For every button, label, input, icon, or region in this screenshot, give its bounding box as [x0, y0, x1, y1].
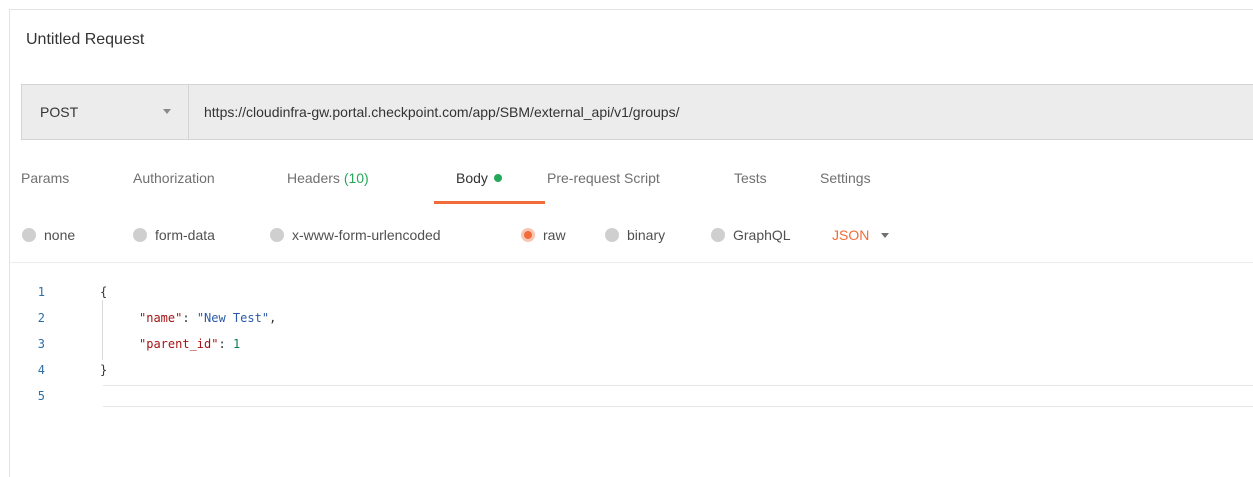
brace: } [100, 363, 108, 377]
format-label: JSON [832, 227, 870, 243]
code-line: 4 } [10, 360, 1253, 380]
line-number: 1 [37, 285, 45, 299]
tab-pre-request-script[interactable]: Pre-request Script [547, 170, 660, 186]
divider [10, 262, 1253, 263]
tab-body[interactable]: Body [456, 170, 502, 186]
radio-circle-icon [133, 228, 147, 242]
radio-graphql[interactable]: GraphQL [711, 227, 791, 243]
tab-headers[interactable]: Headers (10) [287, 170, 369, 186]
line-number: 5 [37, 389, 45, 403]
code-line: 5 [10, 386, 1253, 406]
code-editor[interactable]: 1 { 2 "name": "New Test", 3 "parent_id":… [10, 280, 1253, 420]
radio-none[interactable]: none [22, 227, 75, 243]
request-title[interactable]: Untitled Request [26, 31, 144, 49]
method-label: POST [40, 104, 79, 120]
radio-circle-icon [605, 228, 619, 242]
radio-circle-icon [270, 228, 284, 242]
format-select[interactable]: JSON [832, 227, 890, 243]
json-value: "New Test" [196, 311, 270, 325]
json-key: "name" [139, 311, 183, 325]
method-select[interactable]: POST [22, 85, 189, 139]
tab-body-label: Body [456, 170, 488, 186]
radio-form-data[interactable]: form-data [133, 227, 215, 243]
chevron-down-icon [881, 233, 890, 238]
radio-none-label: none [44, 227, 76, 243]
tab-authorization[interactable]: Authorization [133, 170, 215, 186]
radio-circle-icon [22, 228, 36, 242]
radio-raw[interactable]: raw [521, 227, 566, 243]
tab-params[interactable]: Params [21, 170, 69, 186]
tab-headers-label: Headers [287, 170, 340, 186]
radio-binary-label: binary [627, 227, 666, 243]
active-dot-icon [493, 174, 502, 182]
radio-graphql-label: GraphQL [733, 227, 791, 243]
radio-raw-label: raw [543, 227, 566, 243]
tab-tests[interactable]: Tests [734, 170, 767, 186]
code-text: } [100, 363, 107, 377]
radio-form-data-label: form-data [155, 227, 215, 243]
headers-count: (10) [343, 170, 369, 186]
line-number: 3 [37, 337, 45, 351]
code-line: 2 "name": "New Test", [10, 308, 1253, 328]
code-text: "name": "New Test", [139, 311, 277, 325]
code-line: 1 { [10, 282, 1253, 302]
code-text: { [100, 285, 107, 299]
tab-settings[interactable]: Settings [820, 170, 871, 186]
radio-urlencoded[interactable]: x-www-form-urlencoded [270, 227, 441, 243]
line-number: 2 [37, 311, 45, 325]
radio-binary[interactable]: binary [605, 227, 665, 243]
radio-urlencoded-label: x-www-form-urlencoded [292, 227, 441, 243]
line-number: 4 [37, 363, 45, 377]
code-text: "parent_id": 1 [139, 337, 241, 351]
code-line: 3 "parent_id": 1 [10, 334, 1253, 354]
chevron-down-icon [163, 109, 171, 114]
brace: { [100, 285, 108, 299]
active-tab-indicator [434, 201, 545, 204]
json-value: 1 [232, 337, 241, 351]
json-key: "parent_id" [139, 337, 219, 351]
url-bar: POST [21, 84, 1253, 140]
radio-circle-icon [711, 228, 725, 242]
radio-selected-icon [521, 228, 535, 242]
url-input[interactable] [189, 85, 1249, 139]
